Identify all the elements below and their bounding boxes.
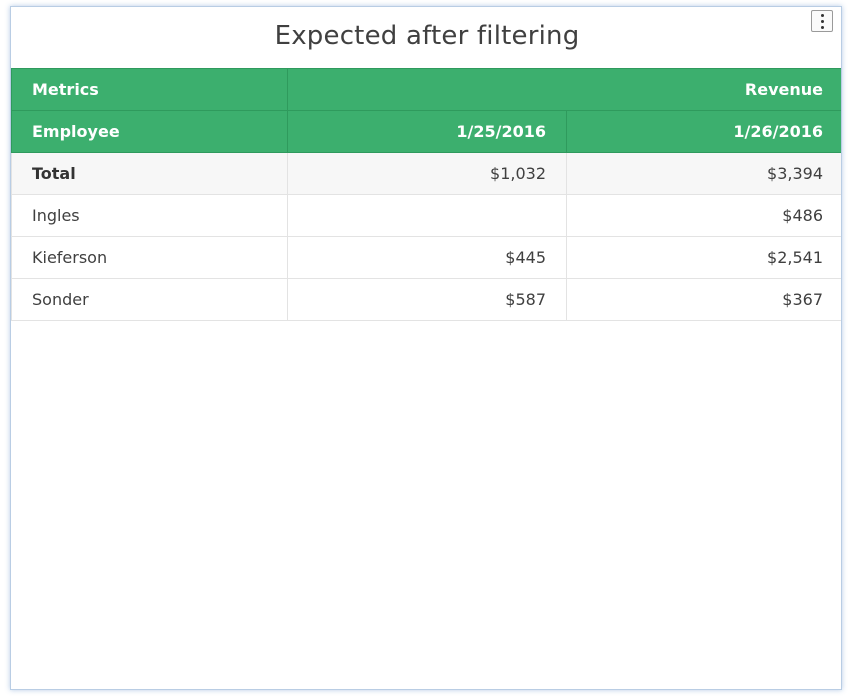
vertical-ellipsis-icon [820, 13, 824, 17]
table-row: Sonder $587 $367 [11, 278, 841, 321]
table-cell: $367 [566, 278, 841, 321]
row-label: Kieferson [11, 236, 288, 279]
pivot-table: Metrics Revenue Employee 1/25/2016 1/26/… [11, 68, 841, 321]
header-date-1[interactable]: 1/25/2016 [287, 110, 567, 153]
table-cell [287, 194, 567, 237]
vertical-ellipsis-icon [820, 25, 824, 29]
header-metrics[interactable]: Metrics [11, 68, 288, 111]
widget-menu-button[interactable] [811, 10, 833, 32]
table-cell: $1,032 [287, 152, 567, 195]
table-cell: $445 [287, 236, 567, 279]
page: Expected after filtering Metrics Revenue… [0, 0, 850, 698]
vertical-ellipsis-icon [820, 19, 824, 23]
table-cell: $3,394 [566, 152, 841, 195]
header-revenue[interactable]: Revenue [287, 68, 841, 111]
header-row-employee: Employee 1/25/2016 1/26/2016 [11, 110, 841, 153]
table-row: Ingles $486 [11, 194, 841, 237]
table-cell: $587 [287, 278, 567, 321]
header-date-2[interactable]: 1/26/2016 [566, 110, 841, 153]
header-row-metrics: Metrics Revenue [11, 68, 841, 111]
row-label: Sonder [11, 278, 288, 321]
row-label: Total [11, 152, 288, 195]
header-employee[interactable]: Employee [11, 110, 288, 153]
table-cell: $486 [566, 194, 841, 237]
table-cell: $2,541 [566, 236, 841, 279]
table-row: Kieferson $445 $2,541 [11, 236, 841, 279]
table-row-total: Total $1,032 $3,394 [11, 152, 841, 195]
widget-title: Expected after filtering [274, 21, 580, 51]
row-label: Ingles [11, 194, 288, 237]
pivot-widget: Expected after filtering Metrics Revenue… [10, 6, 842, 690]
